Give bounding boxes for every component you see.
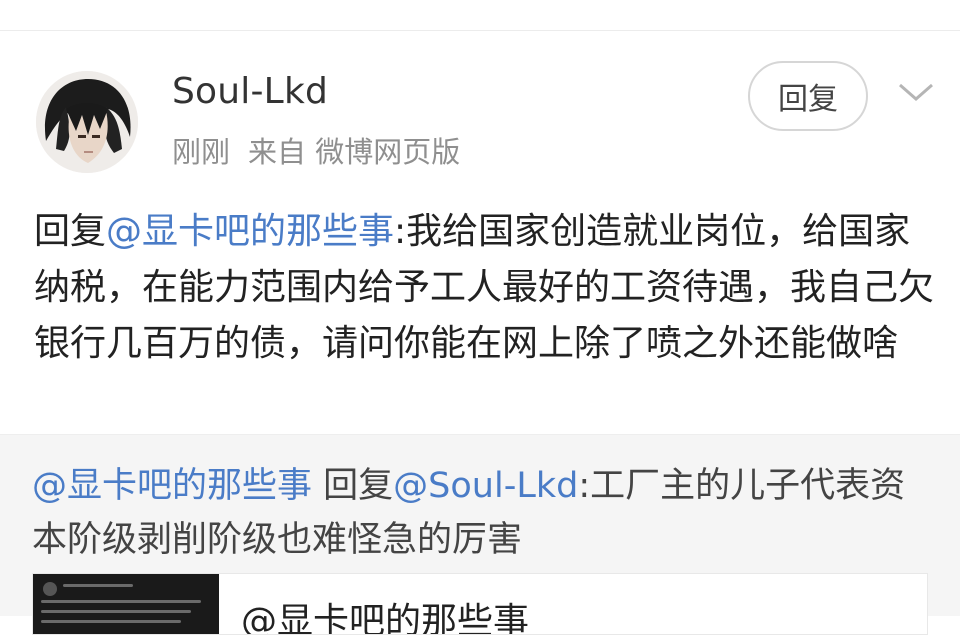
quoted-reply-mention[interactable]: @Soul-Lkd <box>393 466 578 506</box>
linked-card[interactable]: @显卡吧的那些事 <box>32 573 928 635</box>
reply-prefix: 回复 <box>34 211 107 252</box>
avatar[interactable] <box>36 71 138 173</box>
mention-link[interactable]: @显卡吧的那些事 <box>106 211 394 252</box>
post-source: 来自 微博网页版 <box>248 135 461 169</box>
reply-button[interactable]: 回复 <box>748 61 868 131</box>
post-time: 刚刚 <box>172 135 231 169</box>
post-content: 回复@显卡吧的那些事:我给国家创造就业岗位，给国家纳税，在能力范围内给予工人最好… <box>34 204 934 372</box>
quoted-comment[interactable]: @显卡吧的那些事 回复@Soul-Lkd:工厂主的儿子代表资本阶级剥削阶级也难怪… <box>0 434 960 635</box>
username[interactable]: Soul-Lkd <box>172 71 328 112</box>
quoted-author-link[interactable]: @显卡吧的那些事 <box>32 466 312 506</box>
post-header: Soul-Lkd 刚刚 来自 微博网页版 回复 <box>0 31 960 191</box>
chevron-down-icon[interactable] <box>896 77 936 107</box>
post-meta: 刚刚 来自 微博网页版 <box>172 129 478 171</box>
quoted-reply-word: 回复 <box>312 466 394 506</box>
card-thumbnail <box>33 574 219 634</box>
card-title: @显卡吧的那些事 <box>241 601 530 635</box>
quoted-content: @显卡吧的那些事 回复@Soul-Lkd:工厂主的儿子代表资本阶级剥削阶级也难怪… <box>32 459 932 567</box>
